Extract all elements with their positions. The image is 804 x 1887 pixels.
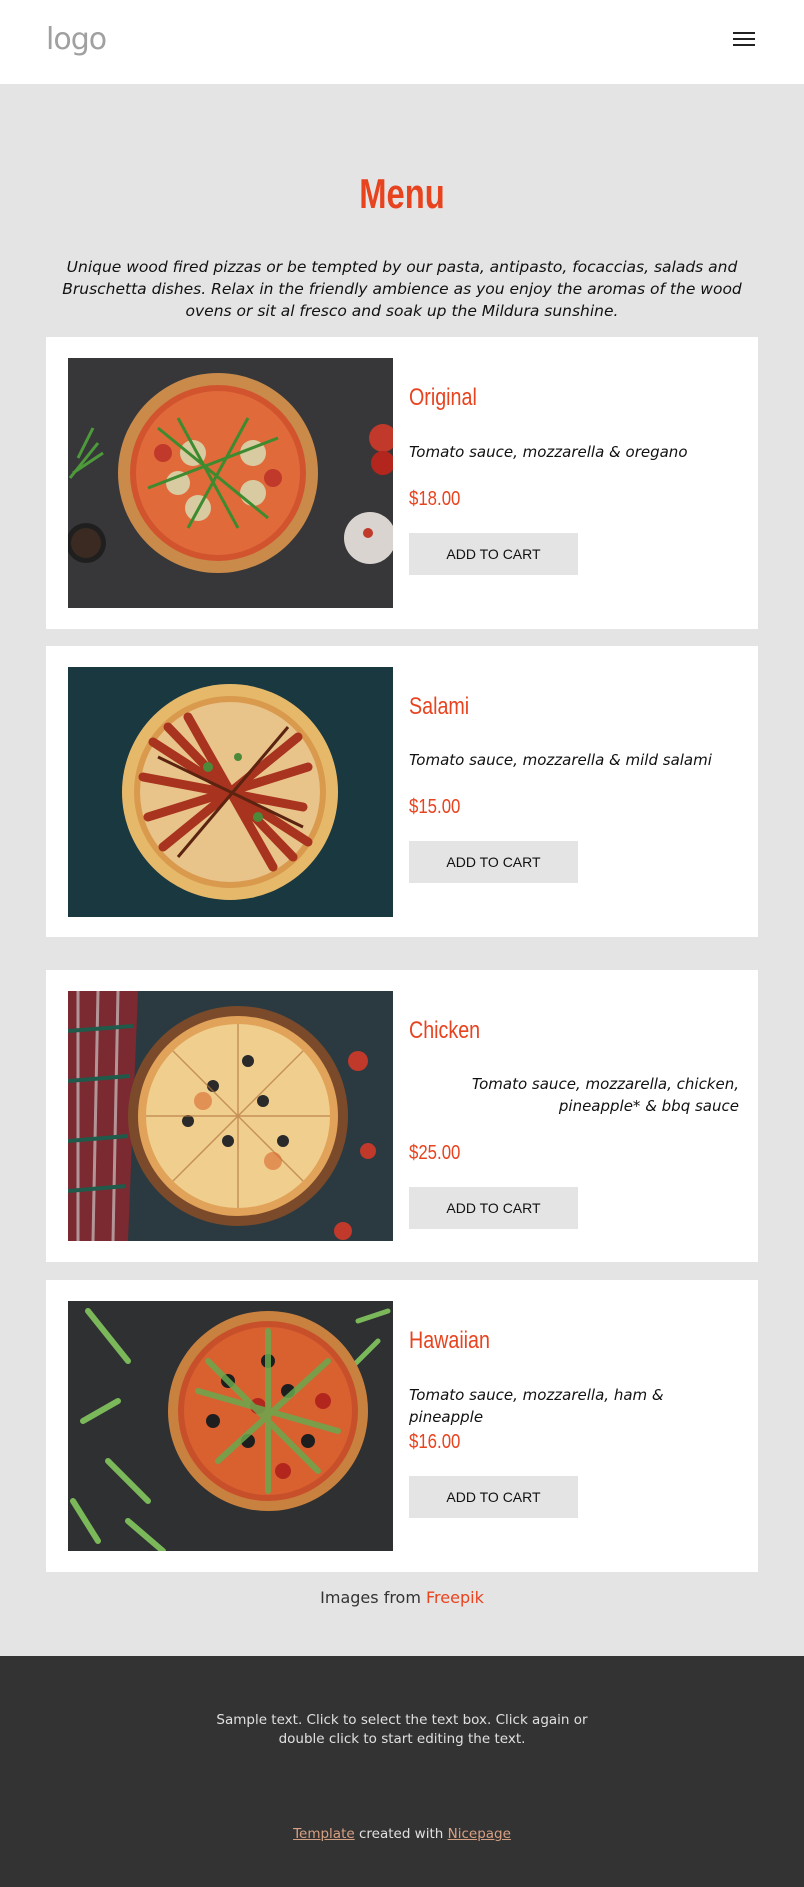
add-to-cart-button[interactable]: ADD TO CART bbox=[409, 533, 578, 575]
item-price: $15.00 bbox=[409, 796, 461, 818]
item-description: Tomato sauce, mozzarella, chicken, pinea… bbox=[471, 1075, 739, 1115]
freepik-link[interactable]: Freepik bbox=[426, 1588, 484, 1607]
item-name: Hawaiian bbox=[409, 1327, 490, 1354]
hamburger-menu-icon[interactable] bbox=[733, 30, 759, 50]
template-link[interactable]: Template bbox=[293, 1826, 355, 1842]
pizza-chicken-image bbox=[68, 991, 393, 1241]
menu-item-card: Chicken Tomato sauce, mozzarella, chicke… bbox=[46, 970, 758, 1262]
page-title: Menu bbox=[359, 170, 445, 217]
pizza-salami-image bbox=[68, 667, 393, 917]
footer-sample-text[interactable]: Sample text. Click to select the text bo… bbox=[200, 1711, 604, 1749]
menu-item-card: Salami Tomato sauce, mozzarella & mild s… bbox=[46, 646, 758, 937]
footer-credit: Template created with Nicepage bbox=[0, 1826, 804, 1842]
created-with-text: created with bbox=[358, 1826, 444, 1842]
add-to-cart-button[interactable]: ADD TO CART bbox=[409, 1476, 578, 1518]
logo[interactable]: logo bbox=[46, 22, 107, 57]
menu-intro: Unique wood fired pizzas or be tempted b… bbox=[62, 258, 742, 320]
add-to-cart-button[interactable]: ADD TO CART bbox=[409, 841, 578, 883]
pizza-hawaiian-image bbox=[68, 1301, 393, 1551]
site-header: logo bbox=[0, 0, 804, 84]
nicepage-link[interactable]: Nicepage bbox=[448, 1826, 511, 1842]
menu-item-card: Hawaiian Tomato sauce, mozzarella, ham &… bbox=[46, 1280, 758, 1572]
pizza-original-image bbox=[68, 358, 393, 608]
menu-section: Menu Unique wood fired pizzas or be temp… bbox=[0, 84, 804, 1656]
item-price: $18.00 bbox=[409, 488, 461, 510]
item-description: Tomato sauce, mozzarella, ham & pineappl… bbox=[409, 1386, 664, 1426]
item-name: Original bbox=[409, 384, 477, 411]
site-footer: Sample text. Click to select the text bo… bbox=[0, 1656, 804, 1887]
menu-item-card: Original Tomato sauce, mozzarella & oreg… bbox=[46, 337, 758, 629]
item-description: Tomato sauce, mozzarella & mild salami bbox=[409, 751, 712, 769]
image-credit: Images from Freepik bbox=[0, 1588, 804, 1607]
item-price: $25.00 bbox=[409, 1142, 461, 1164]
item-name: Salami bbox=[409, 693, 470, 720]
item-description: Tomato sauce, mozzarella & oregano bbox=[409, 443, 688, 461]
credit-prefix: Images from bbox=[320, 1588, 421, 1607]
add-to-cart-button[interactable]: ADD TO CART bbox=[409, 1187, 578, 1229]
item-name: Chicken bbox=[409, 1017, 481, 1044]
item-price: $16.00 bbox=[409, 1431, 461, 1453]
